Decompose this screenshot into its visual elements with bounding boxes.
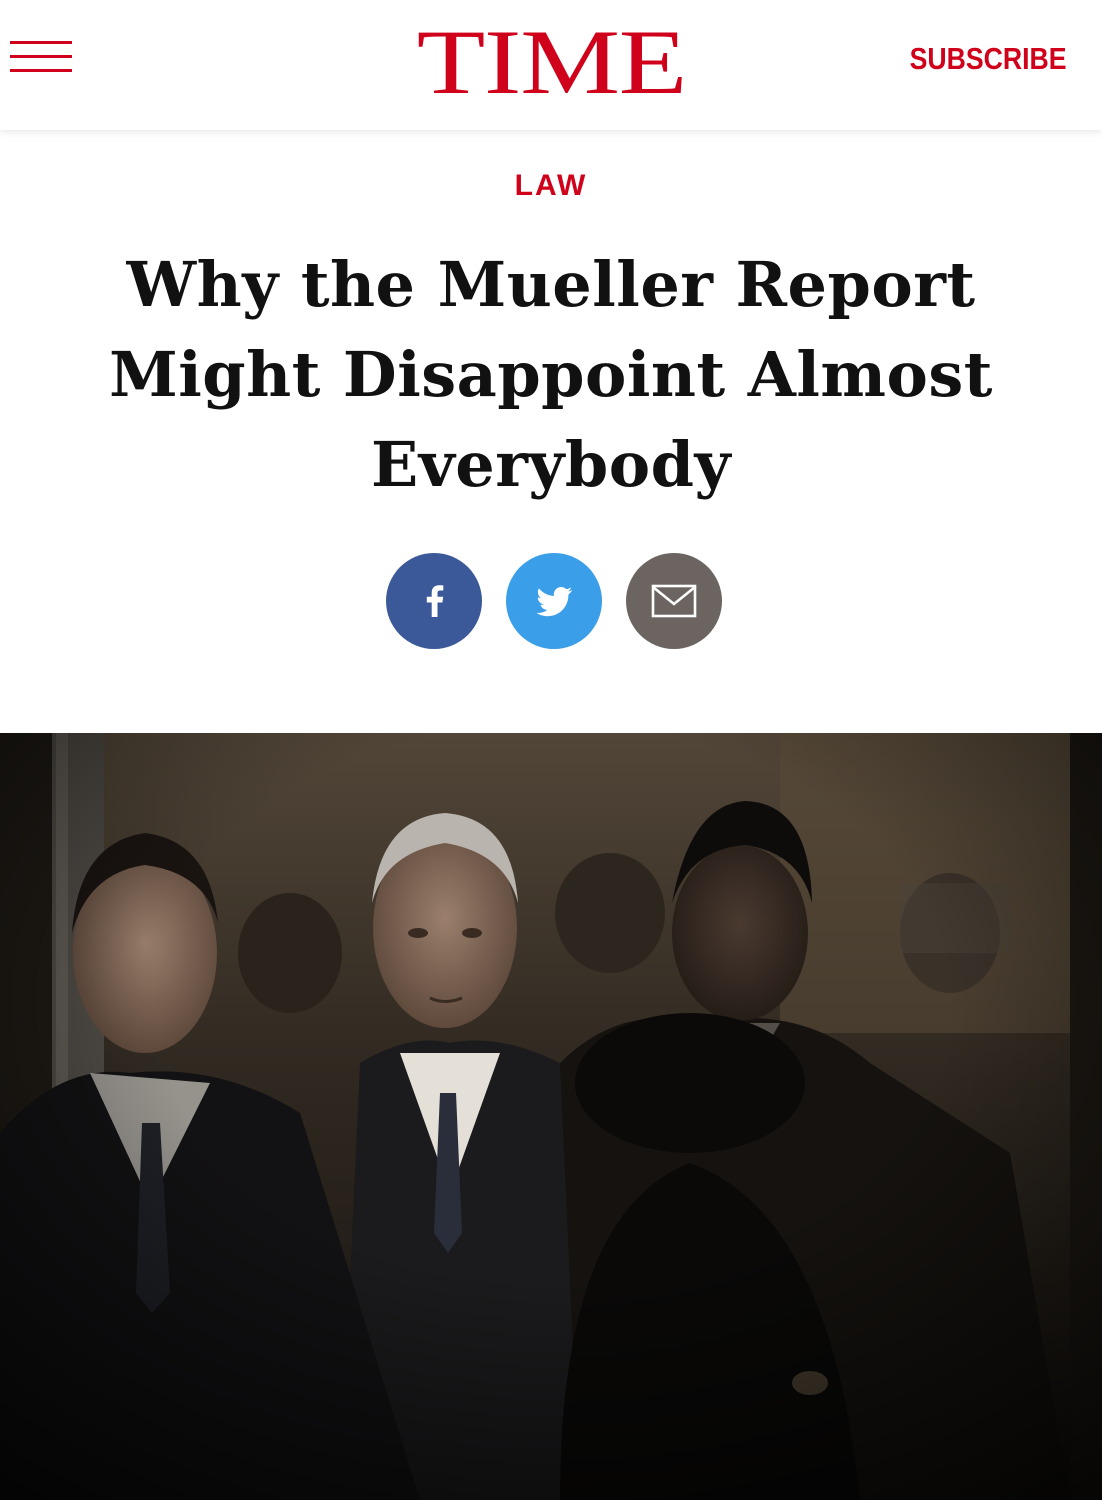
section-label[interactable]: LAW bbox=[515, 169, 588, 202]
twitter-share-button[interactable] bbox=[506, 553, 602, 649]
twitter-icon bbox=[536, 587, 572, 617]
time-logo[interactable]: TIME bbox=[416, 16, 687, 108]
subscribe-button[interactable]: SUBSCRIBE bbox=[910, 42, 1067, 76]
email-share-button[interactable] bbox=[626, 553, 722, 649]
article-photo bbox=[0, 733, 1102, 1500]
article-title: Why the Mueller Report Might Disappoint … bbox=[109, 248, 993, 501]
share-buttons bbox=[386, 553, 722, 649]
hero-image bbox=[0, 733, 1102, 1500]
facebook-share-button[interactable] bbox=[386, 553, 482, 649]
top-navigation-bar: TIME SUBSCRIBE bbox=[0, 0, 1102, 130]
hamburger-menu-icon[interactable] bbox=[10, 38, 72, 78]
envelope-icon bbox=[651, 584, 697, 618]
facebook-icon bbox=[426, 585, 444, 617]
